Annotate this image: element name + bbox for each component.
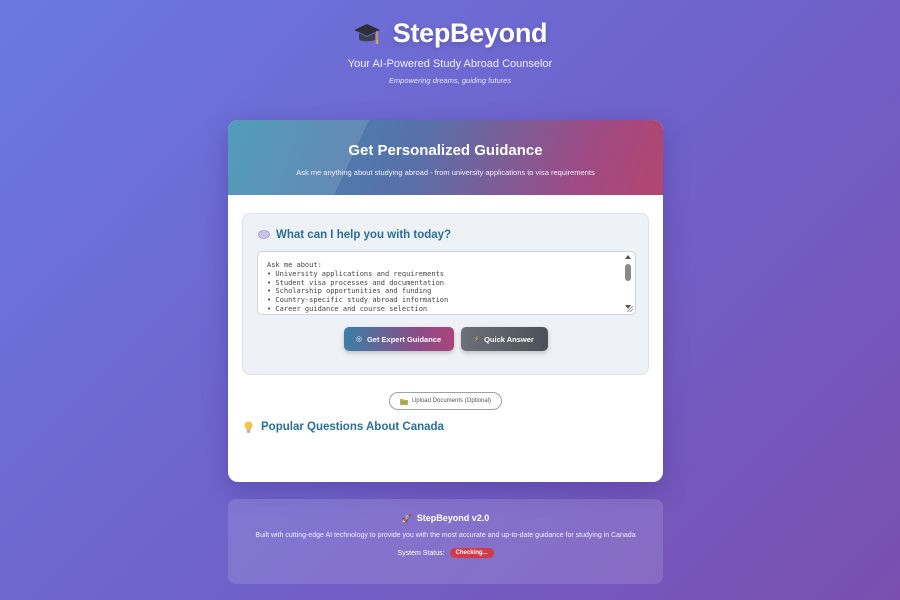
action-buttons: ◎ Get Expert Guidance ⚡ Quick Answer (243, 327, 648, 351)
speech-bubble-icon (258, 230, 270, 240)
popular-questions-title: Popular Questions About Canada (261, 421, 444, 433)
status-badge: Checking... (449, 548, 494, 558)
lightning-icon: ⚡ (474, 336, 480, 343)
folder-icon (399, 398, 408, 405)
scroll-thumb[interactable] (625, 264, 631, 281)
question-textarea[interactable]: Ask me about: • University applications … (257, 251, 636, 315)
status-label: System Status: (397, 549, 445, 557)
guidance-card: Get Personalized Guidance Ask me anythin… (228, 120, 663, 482)
subtagline: Empowering dreams, guiding futures (388, 76, 512, 85)
graduation-cap-icon (353, 23, 380, 44)
question-heading: What can I help you with today? (258, 229, 451, 241)
card-title: Get Personalized Guidance (348, 142, 543, 159)
system-status: System Status: Checking... (228, 548, 663, 558)
app-title: StepBeyond (392, 18, 548, 48)
footer-description: Built with cutting-edge AI technology to… (255, 532, 636, 539)
quick-answer-button[interactable]: ⚡ Quick Answer (460, 327, 548, 351)
question-panel: What can I help you with today? Ask me a… (242, 213, 649, 375)
resize-grip-icon[interactable] (627, 306, 633, 312)
tagline: Your AI-Powered Study Abroad Counselor (347, 58, 553, 70)
rocket-icon: 🚀 (401, 513, 412, 523)
footer-title: StepBeyond v2.0 (416, 513, 490, 523)
question-label: What can I help you with today? (276, 229, 452, 241)
card-header: Get Personalized Guidance Ask me anythin… (228, 120, 663, 195)
textarea-placeholder: Ask me about: • University applications … (267, 261, 449, 313)
popular-questions-heading: Popular Questions About Canada (244, 421, 444, 433)
brand: StepBeyond (0, 18, 900, 49)
scroll-up-icon[interactable] (625, 255, 631, 259)
upload-documents-button[interactable]: Upload Documents (Optional) (389, 392, 502, 410)
card-subtitle: Ask me anything about studying abroad - … (296, 168, 595, 177)
app-header: StepBeyond Your AI-Powered Study Abroad … (0, 18, 900, 85)
textarea-scrollbar[interactable] (624, 255, 632, 309)
target-icon: ◎ (355, 336, 362, 343)
app-footer: 🚀 StepBeyond v2.0 Built with cutting-edg… (228, 499, 663, 584)
footer-title-row: 🚀 StepBeyond v2.0 (228, 513, 663, 523)
quick-answer-label: Quick Answer (484, 334, 534, 344)
lightbulb-icon (244, 421, 253, 433)
upload-label: Upload Documents (Optional) (411, 398, 492, 404)
expert-guidance-label: Get Expert Guidance (366, 334, 442, 344)
expert-guidance-button[interactable]: ◎ Get Expert Guidance (343, 327, 454, 351)
